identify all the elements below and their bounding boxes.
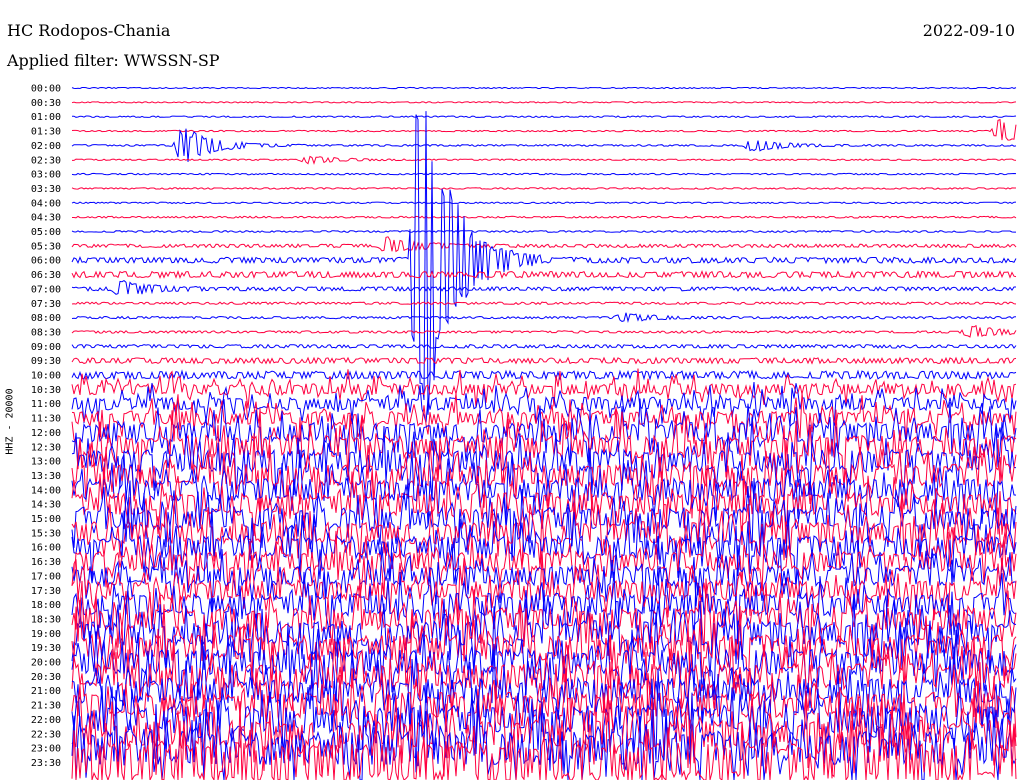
time-tick-label: 17:30: [31, 586, 61, 597]
time-tick-label: 10:00: [31, 371, 61, 382]
time-tick-label: 16:30: [31, 557, 61, 568]
time-tick-label: 02:30: [31, 155, 61, 166]
trace-line: [72, 115, 1017, 118]
time-tick-label: 19:00: [31, 629, 61, 640]
trace-line: [71, 312, 1017, 324]
trace-line: [71, 433, 1017, 519]
time-tick-label: 22:30: [31, 729, 61, 740]
trace-line: [71, 101, 1017, 104]
trace-line: [71, 128, 1017, 162]
time-tick-label: 21:30: [31, 701, 61, 712]
trace-line: [72, 215, 1017, 219]
time-tick-label: 04:30: [31, 213, 61, 224]
time-tick-label: 07:00: [31, 284, 61, 295]
time-tick-label: 21:00: [31, 686, 61, 697]
seismogram-plot: 00:00 00:30 01:00 01:30 02:00 02:30 03:00 03:30…: [31, 84, 1017, 780]
time-tick-label: 18:30: [31, 614, 61, 625]
time-tick-label: 05:30: [31, 241, 61, 252]
station-title: HC Rodopos-Chania: [7, 21, 171, 40]
trace-line: [71, 324, 1017, 338]
trace-line: [71, 356, 1017, 365]
time-tick-label: 13:00: [31, 457, 61, 468]
time-tick-label: 00:30: [31, 98, 61, 109]
time-tick-label: 09:00: [31, 342, 61, 353]
time-tick-label: 11:00: [31, 399, 61, 410]
trace-line: [71, 236, 1017, 253]
trace-line: [71, 187, 1016, 190]
time-tick-label: 23:00: [31, 744, 61, 755]
time-tick-label: 05:00: [31, 227, 61, 238]
time-tick-label: 11:30: [31, 414, 61, 425]
trace-line: [71, 279, 1016, 295]
trace-line: [71, 494, 1017, 572]
time-tick-label: 06:30: [31, 270, 61, 281]
y-axis-label: HHZ - 20000: [4, 388, 16, 455]
trace-lines: [71, 86, 1017, 780]
time-tick-label: 15:30: [31, 528, 61, 539]
time-tick-label: 20:00: [31, 658, 61, 669]
time-tick-label: 00:00: [31, 84, 61, 95]
time-tick-label: 22:00: [31, 715, 61, 726]
trace-line: [71, 230, 1016, 233]
trace-line: [71, 369, 1017, 381]
time-tick-label: 12:00: [31, 428, 61, 439]
time-tick-labels: 00:00 00:30 01:00 01:30 02:00 02:30 03:00 03:30…: [31, 84, 61, 769]
time-tick-label: 13:30: [31, 471, 61, 482]
trace-line: [71, 343, 1017, 349]
time-tick-label: 09:30: [31, 356, 61, 367]
time-tick-label: 04:00: [31, 198, 61, 209]
time-tick-label: 23:30: [31, 758, 61, 769]
trace-line: [71, 111, 1017, 415]
trace-line: [71, 270, 1017, 280]
time-tick-label: 19:30: [31, 643, 61, 654]
trace-line: [71, 172, 1017, 176]
time-tick-label: 01:00: [31, 112, 61, 123]
trace-line: [71, 118, 1017, 141]
time-tick-label: 02:00: [31, 141, 61, 152]
time-tick-label: 03:00: [31, 170, 61, 181]
date-label: 2022-09-10: [922, 21, 1015, 40]
time-tick-label: 07:30: [31, 299, 61, 310]
time-tick-label: 17:00: [31, 571, 61, 582]
trace-line: [71, 368, 1017, 409]
trace-line: [71, 86, 1017, 90]
time-tick-label: 10:30: [31, 385, 61, 396]
time-tick-label: 15:00: [31, 514, 61, 525]
time-tick-label: 12:30: [31, 442, 61, 453]
time-tick-label: 03:30: [31, 184, 61, 195]
time-tick-label: 01:30: [31, 127, 61, 138]
time-tick-label: 08:00: [31, 313, 61, 324]
time-tick-label: 08:30: [31, 327, 61, 338]
time-tick-label: 18:00: [31, 600, 61, 611]
filter-label: Applied filter: WWSSN-SP: [7, 51, 220, 70]
trace-line: [72, 155, 1017, 165]
time-tick-label: 16:00: [31, 543, 61, 554]
trace-line: [71, 201, 1017, 205]
trace-line: [71, 301, 1017, 306]
time-tick-label: 06:00: [31, 256, 61, 267]
time-tick-label: 14:00: [31, 485, 61, 496]
time-tick-label: 14:30: [31, 500, 61, 511]
time-tick-label: 20:30: [31, 672, 61, 683]
